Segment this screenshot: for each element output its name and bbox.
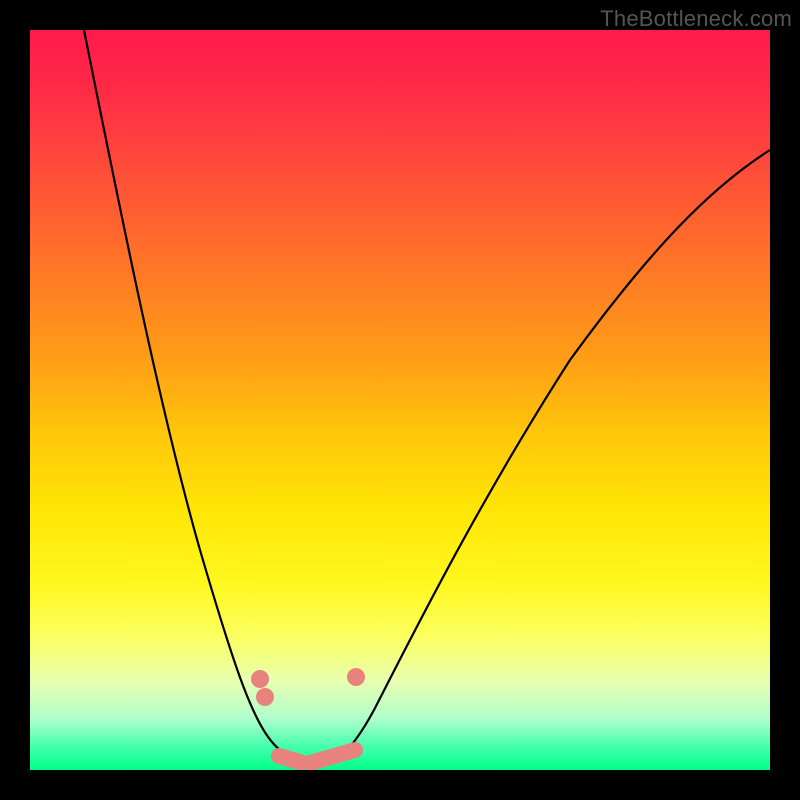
marker-dash	[310, 750, 355, 763]
curve-layer	[30, 30, 770, 770]
marker-dash	[279, 756, 300, 762]
right-curve	[328, 150, 770, 763]
marker-dot	[251, 670, 269, 688]
plot-area	[30, 30, 770, 770]
marker-dot	[347, 668, 365, 686]
chart-container: TheBottleneck.com	[0, 0, 800, 800]
watermark-text: TheBottleneck.com	[600, 6, 792, 32]
marker-dot	[256, 688, 274, 706]
left-curve	[84, 30, 308, 763]
